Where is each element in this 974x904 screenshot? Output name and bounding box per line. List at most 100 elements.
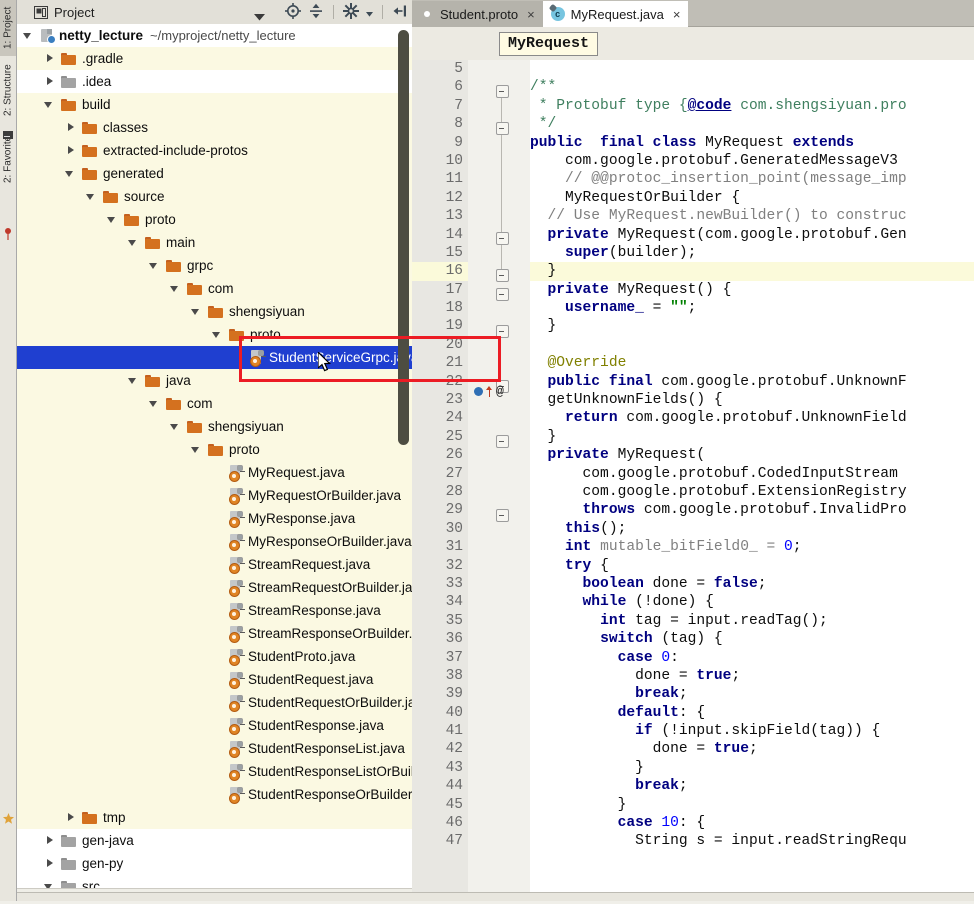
fold-toggle-icon[interactable]	[496, 288, 509, 301]
chevron-down-icon[interactable]	[191, 444, 202, 455]
tree-node[interactable]: StreamRequest.java	[16, 553, 412, 576]
code-line[interactable]: throws com.google.protobuf.InvalidPro	[530, 501, 974, 519]
code-line[interactable]: case 10: {	[530, 814, 974, 832]
tree-node[interactable]: tmp	[16, 806, 412, 829]
tree-node[interactable]: StudentResponseOrBuilder.java	[16, 783, 412, 806]
project-tree[interactable]: netty_lecture ~/myproject/netty_lecture .g…	[16, 24, 412, 889]
tree-node[interactable]: extracted-include-protos	[16, 139, 412, 162]
fold-toggle-icon[interactable]	[496, 232, 509, 245]
code-line[interactable]: }	[530, 262, 974, 281]
tree-node[interactable]: build	[16, 93, 412, 116]
code-line[interactable]: com.google.protobuf.GeneratedMessageV3	[530, 152, 974, 170]
code-line[interactable]: getUnknownFields() {	[530, 391, 974, 409]
chevron-down-icon[interactable]	[107, 214, 118, 225]
chevron-down-icon[interactable]	[149, 398, 160, 409]
tree-node[interactable]: source	[16, 185, 412, 208]
editor-tab-active[interactable]: c MyRequest.java ×	[542, 1, 689, 27]
tree-node[interactable]: main	[16, 231, 412, 254]
code-line[interactable]: }	[530, 317, 974, 335]
hide-panel-icon[interactable]	[392, 3, 408, 22]
tree-node[interactable]: gen-py	[16, 852, 412, 875]
code-line[interactable]: public final class MyRequest extends	[530, 134, 974, 152]
tree-node[interactable]: StreamResponse.java	[16, 599, 412, 622]
code-content[interactable]: /** * Protobuf type {@code com.shengsiyu…	[530, 60, 974, 901]
tree-node[interactable]: java	[16, 369, 412, 392]
code-line[interactable]: com.google.protobuf.ExtensionRegistry	[530, 483, 974, 501]
code-line[interactable]: public final com.google.protobuf.Unknown…	[530, 373, 974, 391]
override-gutter-marks[interactable]: @	[474, 384, 504, 399]
tree-node[interactable]: MyResponseOrBuilder.java	[16, 530, 412, 553]
chevron-down-icon[interactable]	[149, 260, 160, 271]
code-line[interactable]: username_ = "";	[530, 299, 974, 317]
chevron-right-icon[interactable]	[65, 145, 76, 156]
code-line[interactable]: private MyRequest(	[530, 446, 974, 464]
tree-node[interactable]: grpc	[16, 254, 412, 277]
chevron-right-icon[interactable]	[65, 812, 76, 823]
close-icon[interactable]: ×	[527, 7, 535, 22]
chevron-right-icon[interactable]	[44, 53, 55, 64]
code-line[interactable]: super(builder);	[530, 244, 974, 262]
code-line[interactable]: case 0:	[530, 649, 974, 667]
chevron-down-icon[interactable]	[191, 306, 202, 317]
code-line[interactable]	[530, 336, 974, 354]
code-line[interactable]: private MyRequest(com.google.protobuf.Ge…	[530, 226, 974, 244]
tree-node[interactable]: StreamResponseOrBuilder.java	[16, 622, 412, 645]
tool-window-button-project[interactable]: 1: Project	[0, 0, 16, 56]
tree-node[interactable]: StudentRequestOrBuilder.java	[16, 691, 412, 714]
chevron-right-icon[interactable]	[44, 858, 55, 869]
close-icon[interactable]: ×	[673, 7, 681, 22]
chevron-down-icon[interactable]	[128, 237, 139, 248]
tree-node[interactable]: classes	[16, 116, 412, 139]
code-line[interactable]	[530, 60, 974, 78]
code-line[interactable]: default: {	[530, 704, 974, 722]
code-line[interactable]: boolean done = false;	[530, 575, 974, 593]
code-line[interactable]: }	[530, 428, 974, 446]
tree-node[interactable]: StudentResponseList.java	[16, 737, 412, 760]
fold-toggle-icon[interactable]	[496, 85, 509, 98]
code-line[interactable]: try {	[530, 557, 974, 575]
chevron-down-icon[interactable]	[44, 99, 55, 110]
tree-node[interactable]: com	[16, 277, 412, 300]
code-line[interactable]: this();	[530, 520, 974, 538]
chevron-down-icon[interactable]	[254, 9, 265, 24]
code-line[interactable]: */	[530, 115, 974, 133]
tree-node[interactable]: proto	[16, 323, 412, 346]
collapse-all-icon[interactable]	[308, 3, 324, 22]
tree-node-selected[interactable]: StudentServiceGrpc.java	[16, 346, 412, 369]
fold-toggle-icon[interactable]	[496, 269, 509, 282]
code-line[interactable]: int mutable_bitField0_ = 0;	[530, 538, 974, 556]
fold-toggle-icon[interactable]	[496, 122, 509, 135]
fold-toggle-icon[interactable]	[496, 435, 509, 448]
code-line[interactable]: String s = input.readStringRequ	[530, 832, 974, 850]
project-vertical-scrollbar[interactable]	[397, 26, 410, 887]
code-line[interactable]: if (!input.skipField(tag)) {	[530, 722, 974, 740]
tree-node[interactable]: .gradle	[16, 47, 412, 70]
code-line[interactable]: done = true;	[530, 740, 974, 758]
tree-node[interactable]: MyRequest.java	[16, 461, 412, 484]
code-editor[interactable]: 5 6 7 8 9 10 11 12 13 14 15 16 17 18 19 20 21 22 23 24 25 26 2…	[412, 60, 974, 901]
breadcrumb-class[interactable]: MyRequest	[499, 31, 599, 56]
tree-node[interactable]: com	[16, 392, 412, 415]
tree-node[interactable]: MyRequestOrBuilder.java	[16, 484, 412, 507]
project-scrollbar-thumb[interactable]	[398, 30, 409, 445]
chevron-right-icon[interactable]	[44, 76, 55, 87]
code-line[interactable]: /**	[530, 78, 974, 96]
chevron-down-icon[interactable]	[170, 421, 181, 432]
tool-window-button-structure[interactable]: 2: Structure	[0, 56, 16, 124]
tree-node[interactable]: StudentResponseListOrBuilder.java	[16, 760, 412, 783]
code-line[interactable]: done = true;	[530, 667, 974, 685]
fold-gutter[interactable]: @	[468, 60, 531, 901]
code-line[interactable]: }	[530, 759, 974, 777]
code-line[interactable]: switch (tag) {	[530, 630, 974, 648]
tree-node[interactable]: generated	[16, 162, 412, 185]
editor-tab-inactive[interactable]: Student.proto ×	[412, 1, 543, 27]
tree-node[interactable]: shengsiyuan	[16, 415, 412, 438]
tree-node[interactable]: StudentProto.java	[16, 645, 412, 668]
code-line[interactable]: @Override	[530, 354, 974, 372]
tree-node[interactable]: StudentRequest.java	[16, 668, 412, 691]
chevron-down-icon[interactable]	[170, 283, 181, 294]
code-line[interactable]: }	[530, 796, 974, 814]
tree-node[interactable]: StudentResponse.java	[16, 714, 412, 737]
gear-chevron-down-icon[interactable]	[366, 5, 373, 20]
tree-node[interactable]: gen-java	[16, 829, 412, 852]
